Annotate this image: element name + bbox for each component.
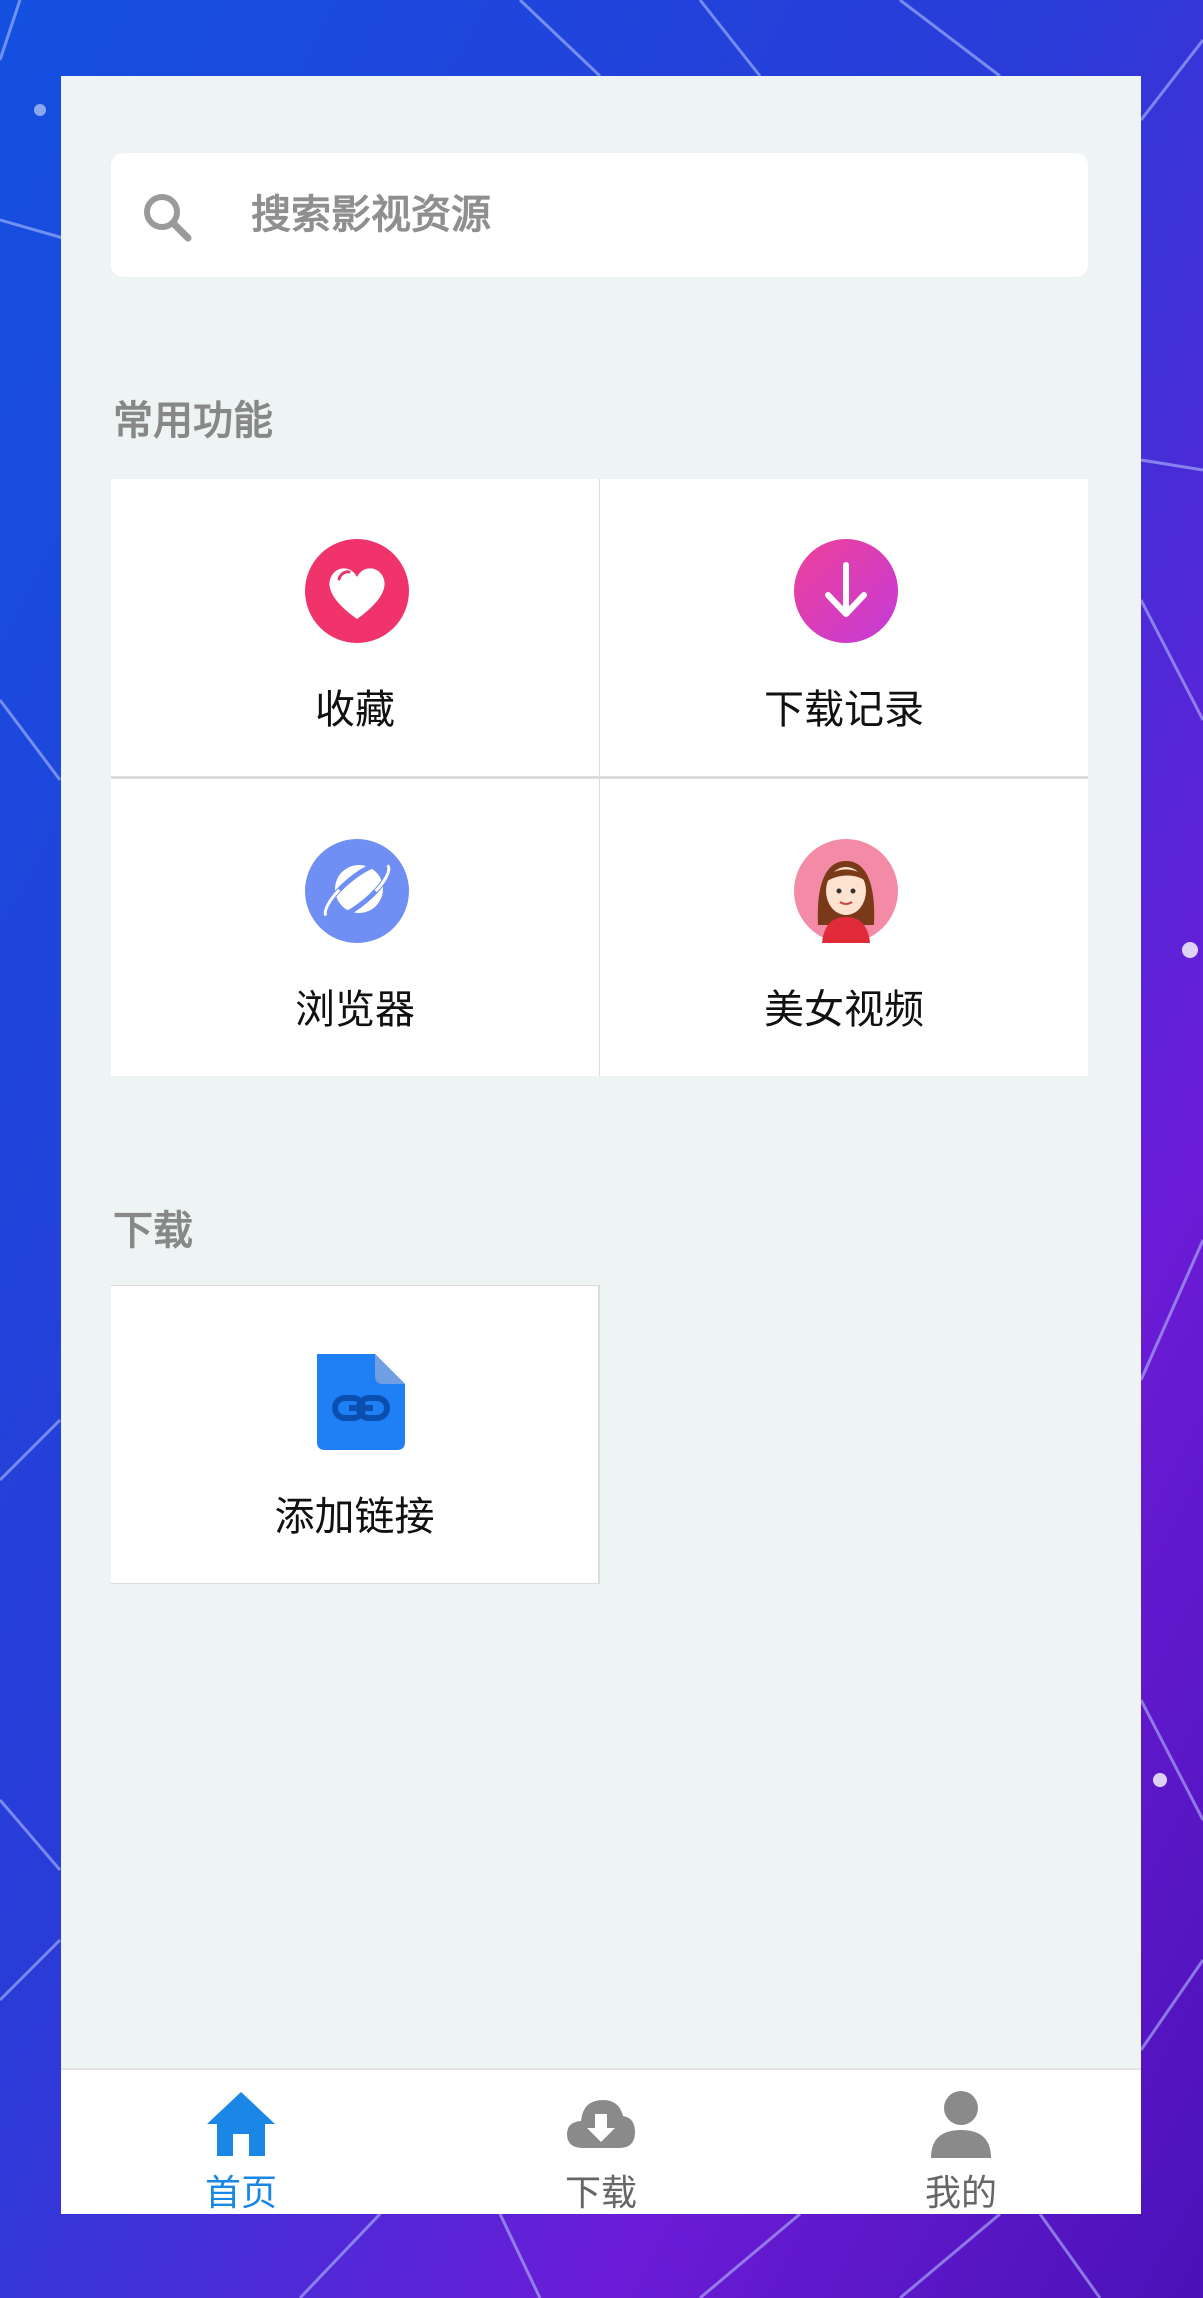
browser-tile[interactable]: 浏览器 bbox=[111, 779, 599, 1076]
search-placeholder: 搜索影视资源 bbox=[251, 192, 491, 238]
nav-home[interactable]: 首页 bbox=[61, 2070, 421, 2214]
favorites-label: 收藏 bbox=[315, 687, 395, 733]
favorites-tile[interactable]: 收藏 bbox=[111, 479, 599, 776]
download-history-label: 下载记录 bbox=[764, 687, 924, 733]
nav-download[interactable]: 下载 bbox=[421, 2070, 781, 2214]
user-icon bbox=[931, 2091, 991, 2158]
nav-download-label: 下载 bbox=[564, 2173, 637, 2214]
add-link-tile[interactable]: 添加链接 bbox=[111, 1286, 598, 1583]
browser-label: 浏览器 bbox=[295, 987, 415, 1033]
cloud-download-icon bbox=[567, 2100, 635, 2148]
link-file-icon bbox=[317, 1354, 405, 1450]
app-screen: 搜索影视资源 常用功能 收藏 下载记录 浏览器 美女视频 下载 添加链接 首页 … bbox=[61, 76, 1141, 2214]
nav-home-label: 首页 bbox=[204, 2173, 277, 2214]
download-arrow-icon bbox=[794, 539, 898, 643]
search-bar[interactable]: 搜索影视资源 bbox=[111, 153, 1088, 277]
planet-icon bbox=[305, 839, 409, 943]
girl-avatar-icon bbox=[794, 839, 898, 943]
add-link-label: 添加链接 bbox=[274, 1494, 435, 1540]
download-history-tile[interactable]: 下载记录 bbox=[600, 479, 1088, 776]
section-title-common: 常用功能 bbox=[113, 398, 273, 444]
common-functions-grid: 收藏 下载记录 浏览器 美女视频 bbox=[111, 479, 1088, 1076]
home-icon bbox=[207, 2092, 275, 2156]
heart-icon bbox=[305, 539, 409, 643]
search-icon bbox=[144, 194, 192, 242]
download-grid: 添加链接 bbox=[111, 1285, 600, 1584]
section-title-download: 下载 bbox=[113, 1208, 193, 1254]
beauty-video-tile[interactable]: 美女视频 bbox=[600, 779, 1088, 1076]
bottom-navigation: 首页 下载 我的 bbox=[61, 2068, 1141, 2214]
nav-profile-label: 我的 bbox=[924, 2173, 997, 2214]
beauty-video-label: 美女视频 bbox=[764, 987, 924, 1033]
nav-profile[interactable]: 我的 bbox=[781, 2070, 1141, 2214]
